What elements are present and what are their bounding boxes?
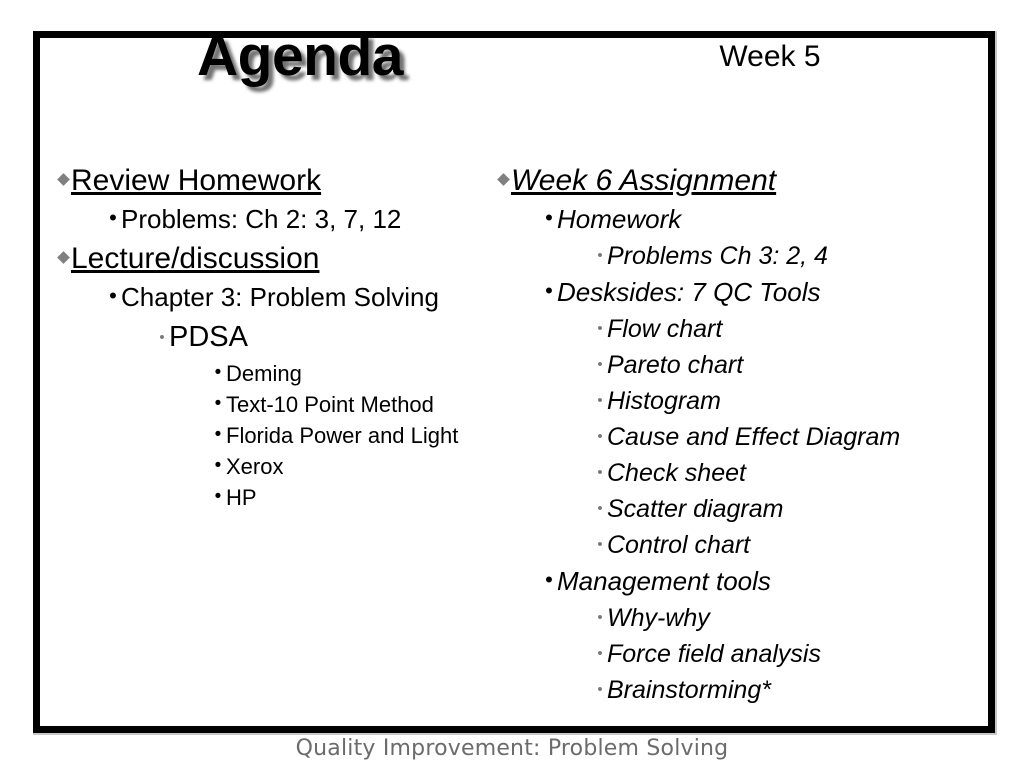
bullet-item-label: Control chart <box>607 531 751 559</box>
bullet-item-label: Why-why <box>607 604 710 632</box>
bullet-item-level-4: • Text-10 Point Method <box>55 389 495 420</box>
left-content-column: Review Homework • Problems: Ch 2: 3, 7, 12… <box>55 160 495 513</box>
bullet-item-label: Pareto chart <box>607 351 744 379</box>
round-bullet-icon: • <box>545 278 553 303</box>
diamond-bullet-icon <box>55 173 71 186</box>
right-content-column: Week 6 Assignment • Homework • Problems Ch 3… <box>495 160 965 708</box>
round-bullet-icon: • <box>109 283 117 308</box>
title-row: Agenda Week 5 <box>0 22 1024 102</box>
small-round-bullet-icon: • <box>597 464 603 481</box>
bullet-item-label: Homework <box>557 204 682 234</box>
bullet-item-label: Force field analysis <box>607 640 821 668</box>
bullet-item-level-1: Lecture/discussion <box>55 238 495 279</box>
bullet-item-label: Histogram <box>607 387 721 415</box>
diamond-bullet-icon <box>55 251 71 264</box>
bullet-item-level-3: • Cause and Effect Diagram <box>495 419 965 455</box>
diamond-bullet-icon <box>495 173 511 186</box>
bullet-item-level-2: • Problems: Ch 2: 3, 7, 12 <box>55 201 495 238</box>
round-bullet-icon: • <box>214 424 222 445</box>
small-round-bullet-icon: • <box>597 356 603 373</box>
bullet-item-level-3: • Scatter diagram <box>495 491 965 527</box>
round-bullet-icon: • <box>214 455 222 476</box>
round-bullet-icon: • <box>109 205 117 230</box>
diamond-shape <box>496 173 510 186</box>
bullet-item-label: Problems Ch 3: 2, 4 <box>607 242 828 270</box>
bullet-item-level-4: • Deming <box>55 358 495 389</box>
small-round-bullet-icon: • <box>597 645 603 662</box>
bullet-item-label: Problems: Ch 2: 3, 7, 12 <box>121 204 402 234</box>
bullet-item-level-3: • Control chart <box>495 527 965 563</box>
bullet-item-level-3: • Flow chart <box>495 311 965 347</box>
bullet-item-level-4: • HP <box>55 482 495 513</box>
small-round-bullet-icon: • <box>597 428 603 445</box>
round-bullet-icon: • <box>545 567 553 592</box>
bullet-item-label: PDSA <box>169 321 248 353</box>
small-round-bullet-icon: • <box>597 609 603 626</box>
bullet-item-level-1: Review Homework <box>55 160 495 201</box>
bullet-item-level-3: • Histogram <box>495 383 965 419</box>
bullet-item-level-4: • Florida Power and Light <box>55 420 495 451</box>
bullet-item-label: Brainstorming* <box>607 676 771 704</box>
round-bullet-icon: • <box>214 362 222 383</box>
slide-canvas: Agenda Week 5 Review Homework • Problems: … <box>0 0 1024 768</box>
bullet-item-label: HP <box>226 485 257 510</box>
bullet-item-label: Text-10 Point Method <box>226 392 434 417</box>
bullet-item-level-3: • PDSA <box>55 316 495 358</box>
small-round-bullet-icon: • <box>597 536 603 553</box>
bullet-item-label: Chapter 3: Problem Solving <box>121 282 439 312</box>
bullet-item-level-2: • Chapter 3: Problem Solving <box>55 279 495 316</box>
bullet-item-label: Scatter diagram <box>607 495 784 523</box>
small-round-bullet-icon: • <box>597 681 603 698</box>
round-bullet-icon: • <box>214 393 222 414</box>
diamond-shape <box>56 173 70 186</box>
small-round-bullet-icon: • <box>597 392 603 409</box>
bullet-item-label: Check sheet <box>607 459 746 487</box>
bullet-item-level-4: • Xerox <box>55 451 495 482</box>
bullet-item-label: Desksides: 7 QC Tools <box>557 277 821 307</box>
bullet-item-level-3: • Pareto chart <box>495 347 965 383</box>
bullet-item-label: Lecture/discussion <box>71 242 320 275</box>
bullet-item-level-2: • Management tools <box>495 563 965 600</box>
page-title: Agenda <box>196 24 404 88</box>
diamond-shape <box>56 251 70 264</box>
small-round-bullet-icon: • <box>597 247 603 264</box>
bullet-item-level-2: • Homework <box>495 201 965 238</box>
bullet-item-label: Flow chart <box>607 315 723 343</box>
bullet-item-level-3: • Force field analysis <box>495 636 965 672</box>
bullet-item-label: Florida Power and Light <box>226 423 459 448</box>
bullet-item-level-3: • Brainstorming* <box>495 672 965 708</box>
bullet-item-label: Deming <box>226 361 302 386</box>
bullet-item-label: Cause and Effect Diagram <box>607 423 901 451</box>
bullet-item-level-1: Week 6 Assignment <box>495 160 965 201</box>
small-round-bullet-icon: • <box>159 329 165 346</box>
bullet-item-label: Review Homework <box>71 164 322 197</box>
round-bullet-icon: • <box>214 486 222 507</box>
bullet-item-label: Management tools <box>557 566 771 596</box>
small-round-bullet-icon: • <box>597 320 603 337</box>
bullet-item-level-3: • Problems Ch 3: 2, 4 <box>495 238 965 274</box>
small-round-bullet-icon: • <box>597 500 603 517</box>
bullet-item-label: Week 6 Assignment <box>511 164 777 197</box>
bullet-item-label: Xerox <box>226 454 284 479</box>
slide-footer: Quality Improvement: Problem Solving <box>295 736 729 761</box>
bullet-item-level-3: • Check sheet <box>495 455 965 491</box>
bullet-item-level-3: • Why-why <box>495 600 965 636</box>
week-label: Week 5 <box>719 40 821 73</box>
round-bullet-icon: • <box>545 205 553 230</box>
bullet-item-level-2: • Desksides: 7 QC Tools <box>495 274 965 311</box>
